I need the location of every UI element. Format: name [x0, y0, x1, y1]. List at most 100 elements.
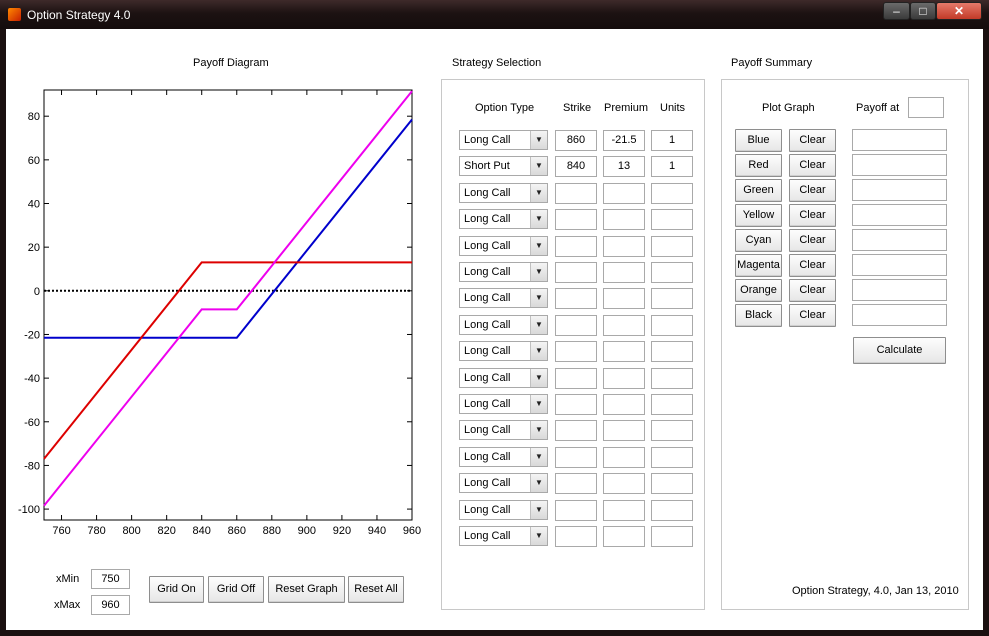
grid-off-button[interactable]: Grid Off	[208, 576, 264, 603]
plot-magenta-button[interactable]: Magenta	[735, 254, 782, 277]
strike-input[interactable]	[555, 420, 597, 441]
premium-input[interactable]: 13	[603, 156, 645, 177]
units-input[interactable]	[651, 209, 693, 230]
premium-input[interactable]	[603, 209, 645, 230]
minimize-button[interactable]: –	[883, 2, 910, 20]
option-type-dropdown[interactable]: Long Call ▼	[459, 209, 548, 229]
strike-input[interactable]	[555, 368, 597, 389]
option-type-dropdown[interactable]: Long Call ▼	[459, 130, 548, 150]
premium-input[interactable]	[603, 447, 645, 468]
strike-input[interactable]	[555, 262, 597, 283]
chevron-down-icon[interactable]: ▼	[530, 184, 547, 202]
close-button[interactable]: ✕	[936, 2, 982, 20]
premium-input[interactable]	[603, 500, 645, 521]
grid-on-button[interactable]: Grid On	[149, 576, 204, 603]
plot-black-button[interactable]: Black	[735, 304, 782, 327]
plot-cyan-button[interactable]: Cyan	[735, 229, 782, 252]
strike-input[interactable]	[555, 183, 597, 204]
chevron-down-icon[interactable]: ▼	[530, 131, 547, 149]
premium-input[interactable]	[603, 420, 645, 441]
strike-input[interactable]	[555, 209, 597, 230]
units-input[interactable]	[651, 236, 693, 257]
units-input[interactable]	[651, 500, 693, 521]
clear-cyan-button[interactable]: Clear	[789, 229, 836, 252]
option-type-dropdown[interactable]: Long Call ▼	[459, 500, 548, 520]
strike-input[interactable]	[555, 447, 597, 468]
premium-input[interactable]	[603, 368, 645, 389]
premium-input[interactable]	[603, 315, 645, 336]
reset-graph-button[interactable]: Reset Graph	[268, 576, 345, 603]
calculate-button[interactable]: Calculate	[853, 337, 946, 364]
xmax-input[interactable]: 960	[91, 595, 130, 615]
chevron-down-icon[interactable]: ▼	[530, 237, 547, 255]
clear-orange-button[interactable]: Clear	[789, 279, 836, 302]
clear-black-button[interactable]: Clear	[789, 304, 836, 327]
premium-input[interactable]	[603, 341, 645, 362]
strike-input[interactable]	[555, 236, 597, 257]
plot-yellow-button[interactable]: Yellow	[735, 204, 782, 227]
units-input[interactable]	[651, 473, 693, 494]
option-type-dropdown[interactable]: Long Call ▼	[459, 420, 548, 440]
premium-input[interactable]	[603, 236, 645, 257]
chevron-down-icon[interactable]: ▼	[530, 289, 547, 307]
chevron-down-icon[interactable]: ▼	[530, 448, 547, 466]
strike-input[interactable]	[555, 526, 597, 547]
option-type-dropdown[interactable]: Long Call ▼	[459, 341, 548, 361]
units-input[interactable]	[651, 315, 693, 336]
option-type-dropdown[interactable]: Long Call ▼	[459, 526, 548, 546]
plot-orange-button[interactable]: Orange	[735, 279, 782, 302]
xmin-input[interactable]: 750	[91, 569, 130, 589]
clear-magenta-button[interactable]: Clear	[789, 254, 836, 277]
plot-red-button[interactable]: Red	[735, 154, 782, 177]
units-input[interactable]: 1	[651, 156, 693, 177]
plot-green-button[interactable]: Green	[735, 179, 782, 202]
strike-input[interactable]: 860	[555, 130, 597, 151]
chevron-down-icon[interactable]: ▼	[530, 395, 547, 413]
payoff-at-input[interactable]	[908, 97, 944, 118]
premium-input[interactable]	[603, 526, 645, 547]
chevron-down-icon[interactable]: ▼	[530, 316, 547, 334]
units-input[interactable]	[651, 526, 693, 547]
units-input[interactable]	[651, 288, 693, 309]
units-input[interactable]	[651, 262, 693, 283]
option-type-dropdown[interactable]: Long Call ▼	[459, 183, 548, 203]
option-type-dropdown[interactable]: Long Call ▼	[459, 394, 548, 414]
chevron-down-icon[interactable]: ▼	[530, 474, 547, 492]
premium-input[interactable]	[603, 288, 645, 309]
premium-input[interactable]	[603, 183, 645, 204]
clear-red-button[interactable]: Clear	[789, 154, 836, 177]
units-input[interactable]	[651, 341, 693, 362]
chevron-down-icon[interactable]: ▼	[530, 369, 547, 387]
chevron-down-icon[interactable]: ▼	[530, 501, 547, 519]
option-type-dropdown[interactable]: Long Call ▼	[459, 288, 548, 308]
units-input[interactable]	[651, 183, 693, 204]
strike-input[interactable]	[555, 394, 597, 415]
option-type-dropdown[interactable]: Long Call ▼	[459, 315, 548, 335]
chevron-down-icon[interactable]: ▼	[530, 527, 547, 545]
premium-input[interactable]	[603, 262, 645, 283]
strike-input[interactable]	[555, 315, 597, 336]
strike-input[interactable]	[555, 473, 597, 494]
units-input[interactable]	[651, 368, 693, 389]
units-input[interactable]	[651, 447, 693, 468]
premium-input[interactable]: -21.5	[603, 130, 645, 151]
clear-yellow-button[interactable]: Clear	[789, 204, 836, 227]
strike-input[interactable]: 840	[555, 156, 597, 177]
chevron-down-icon[interactable]: ▼	[530, 157, 547, 175]
chevron-down-icon[interactable]: ▼	[530, 421, 547, 439]
maximize-button[interactable]: □	[910, 2, 936, 20]
units-input[interactable]: 1	[651, 130, 693, 151]
option-type-dropdown[interactable]: Long Call ▼	[459, 368, 548, 388]
chevron-down-icon[interactable]: ▼	[530, 263, 547, 281]
reset-all-button[interactable]: Reset All	[348, 576, 404, 603]
chevron-down-icon[interactable]: ▼	[530, 342, 547, 360]
chevron-down-icon[interactable]: ▼	[530, 210, 547, 228]
strike-input[interactable]	[555, 500, 597, 521]
option-type-dropdown[interactable]: Short Put ▼	[459, 156, 548, 176]
option-type-dropdown[interactable]: Long Call ▼	[459, 262, 548, 282]
option-type-dropdown[interactable]: Long Call ▼	[459, 473, 548, 493]
option-type-dropdown[interactable]: Long Call ▼	[459, 447, 548, 467]
premium-input[interactable]	[603, 473, 645, 494]
clear-blue-button[interactable]: Clear	[789, 129, 836, 152]
strike-input[interactable]	[555, 288, 597, 309]
